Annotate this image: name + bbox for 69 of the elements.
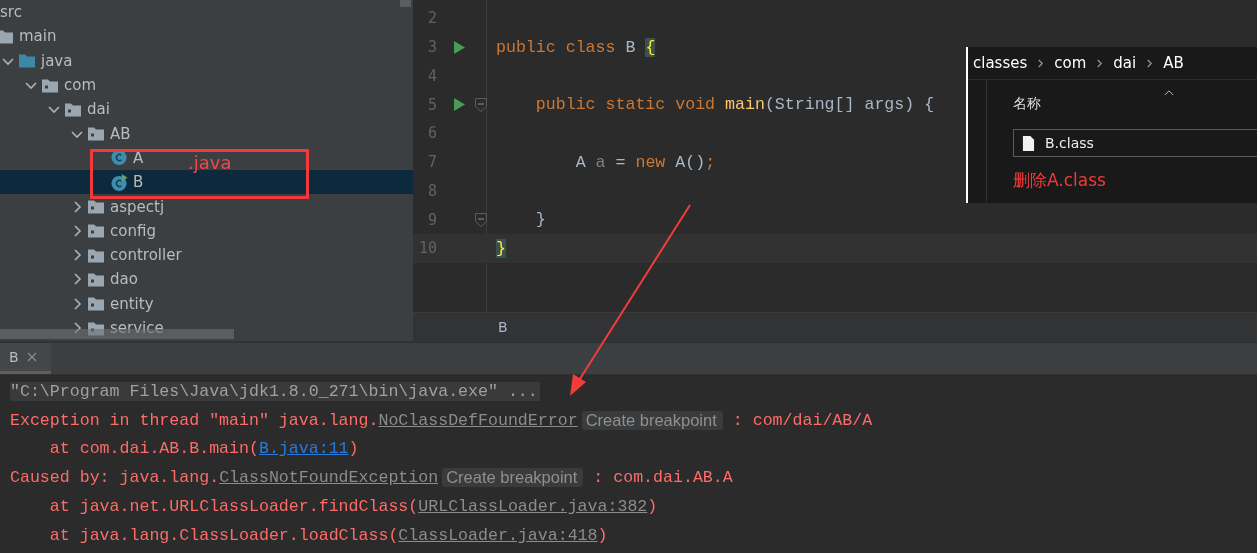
class-icon	[110, 149, 128, 167]
class-link[interactable]: URLClassLoader.java:382	[418, 497, 648, 517]
file-icon	[1022, 134, 1035, 152]
package-folder-icon	[87, 295, 105, 313]
line-number: 3	[426, 38, 437, 57]
code-line: }	[535, 210, 546, 230]
error-text: at com.dai.AB.B.main(	[49, 439, 259, 459]
line-number: 5	[426, 95, 437, 114]
code-line: public static void main(String[] args) {	[535, 95, 935, 115]
line-number: 2	[426, 9, 437, 28]
error-text: Exception in thread "main" java.lang.	[10, 410, 379, 430]
class-link[interactable]: ClassNotFoundException	[219, 468, 439, 488]
scrollbar[interactable]	[400, 0, 411, 7]
error-text: )	[597, 525, 608, 545]
tree-item[interactable]: java	[0, 48, 77, 73]
tree-item[interactable]: config	[0, 218, 160, 243]
error-text: : com/dai/AB/A	[731, 410, 873, 430]
run-tab[interactable]: B	[0, 343, 51, 374]
folder-icon	[18, 52, 36, 70]
path-segment[interactable]: AB	[1163, 54, 1184, 72]
class-link[interactable]: NoClassDefFoundError	[378, 410, 578, 430]
chevron-up-icon[interactable]	[1164, 89, 1174, 96]
path-segment[interactable]: dai	[1113, 54, 1137, 72]
class-link[interactable]: ClassLoader.java:418	[398, 525, 598, 545]
runnable-class-icon	[110, 173, 128, 191]
tree-item[interactable]: main	[0, 24, 61, 49]
close-icon[interactable]	[26, 352, 37, 362]
error-text: )	[348, 439, 359, 459]
create-breakpoint-button[interactable]: Create breakpoint	[442, 468, 584, 488]
line-number: 9	[426, 210, 437, 229]
code-line: A a = new A();	[575, 152, 716, 172]
package-folder-icon	[87, 125, 105, 143]
source-link[interactable]: B.java:11	[258, 439, 349, 459]
error-text: at java.lang.ClassLoader.loadClass(	[49, 525, 399, 545]
column-header[interactable]: 名称	[1013, 80, 1257, 115]
tree-item[interactable]: controller	[0, 242, 186, 268]
run-icon[interactable]	[453, 40, 465, 54]
path-segment[interactable]: com	[1054, 54, 1087, 72]
tree-item[interactable]: entity	[0, 291, 158, 316]
chevron-right-icon	[1146, 57, 1154, 69]
tree-item[interactable]: service	[0, 315, 168, 341]
command-text: "C:\Program Files\Java\jdk1.8.0_271\bin\java.exe" ...	[10, 381, 540, 401]
tree-item[interactable]: com	[0, 72, 101, 98]
error-text: : com.dai.AB.A	[592, 468, 733, 488]
create-breakpoint-button[interactable]: Create breakpoint	[581, 410, 723, 430]
tree-item[interactable]: aspectj	[0, 194, 169, 219]
tree-item[interactable]: A	[0, 145, 148, 171]
run-icon[interactable]	[453, 98, 465, 112]
package-folder-icon	[87, 198, 105, 215]
line-number: 7	[426, 153, 437, 172]
error-text: at java.net.URLClassLoader.findClass(	[49, 497, 419, 517]
line-number: 4	[426, 66, 437, 85]
tree-item[interactable]: src	[0, 0, 26, 25]
annotation-label: 删除A.class	[1013, 169, 1107, 192]
package-folder-icon	[87, 222, 105, 240]
annotation-label: .java	[188, 152, 232, 173]
tree-item[interactable]: dao	[0, 267, 142, 292]
chevron-right-icon	[1037, 57, 1045, 69]
chevron-right-icon	[1096, 57, 1104, 69]
line-number: 6	[426, 124, 437, 143]
file-row[interactable]: B.class	[1013, 129, 1257, 157]
error-text: Caused by: java.lang.	[10, 468, 220, 488]
path-segment[interactable]: classes	[973, 54, 1028, 72]
breadcrumb-item[interactable]: B	[498, 319, 508, 335]
tree-item[interactable]: AB	[0, 121, 135, 146]
tree-item[interactable]: dai	[0, 97, 114, 122]
error-text: )	[647, 497, 658, 517]
line-number: 8	[426, 181, 437, 200]
code-line: public class B {	[496, 37, 656, 57]
